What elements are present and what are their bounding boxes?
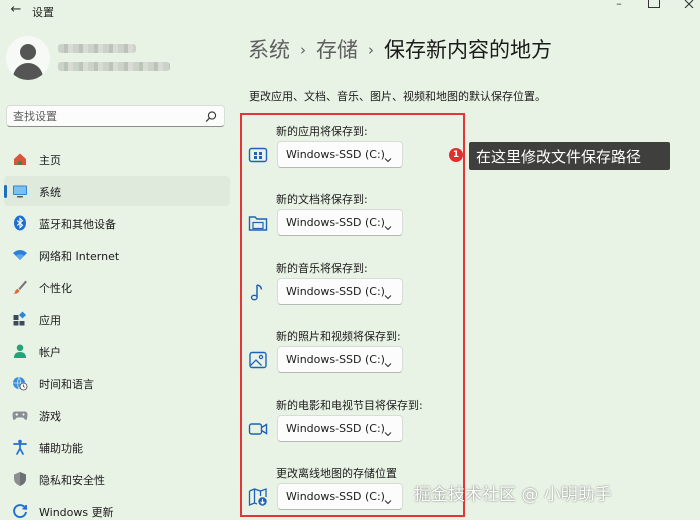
window-title: 设置 bbox=[32, 6, 54, 19]
avatar[interactable] bbox=[6, 36, 50, 80]
home-icon bbox=[12, 151, 28, 167]
sidebar-item-label: 应用 bbox=[39, 314, 61, 327]
globe-clock-icon bbox=[12, 375, 28, 391]
chevron-down-icon bbox=[383, 287, 393, 300]
sidebar-item-label: 游戏 bbox=[39, 410, 61, 423]
video-camera-icon bbox=[248, 419, 268, 439]
blurred-user-email bbox=[58, 62, 170, 71]
breadcrumb-storage[interactable]: 存储 bbox=[316, 38, 358, 62]
page-title: 保存新内容的地方 bbox=[384, 38, 552, 62]
chevron-down-icon bbox=[383, 492, 393, 505]
sidebar-item-privacy[interactable]: 隐私和安全性 bbox=[4, 464, 230, 494]
setting-label-photos: 新的照片和视频将保存到: bbox=[276, 330, 401, 343]
sidebar-item-label: 个性化 bbox=[39, 282, 72, 295]
sidebar-item-label: 辅助功能 bbox=[39, 442, 83, 455]
maximize-button[interactable] bbox=[648, 0, 660, 8]
paintbrush-icon bbox=[12, 279, 28, 295]
document-folder-icon bbox=[248, 213, 268, 233]
chevron-down-icon bbox=[383, 150, 393, 163]
maps-location-dropdown[interactable]: Windows-SSD (C:) bbox=[277, 483, 403, 510]
wifi-icon bbox=[12, 247, 28, 263]
breadcrumb-system[interactable]: 系统 bbox=[248, 38, 290, 62]
close-button[interactable] bbox=[682, 0, 696, 10]
dropdown-value: Windows-SSD (C:) bbox=[286, 422, 385, 435]
dropdown-value: Windows-SSD (C:) bbox=[286, 148, 385, 161]
photos-location-dropdown[interactable]: Windows-SSD (C:) bbox=[277, 346, 403, 373]
setting-label-apps: 新的应用将保存到: bbox=[276, 125, 368, 138]
map-download-icon bbox=[248, 487, 268, 507]
apps-icon bbox=[12, 311, 28, 327]
shield-icon bbox=[12, 471, 28, 487]
setting-label-maps: 更改离线地图的存储位置 bbox=[276, 467, 397, 480]
avatar-body bbox=[13, 63, 43, 80]
breadcrumb-separator: › bbox=[368, 41, 374, 59]
apps-location-dropdown[interactable]: Windows-SSD (C:) bbox=[277, 141, 403, 168]
setting-label-music: 新的音乐将保存到: bbox=[276, 262, 368, 275]
highlight-frame bbox=[240, 113, 465, 517]
sidebar-item-personalization[interactable]: 个性化 bbox=[4, 272, 230, 302]
account-icon bbox=[12, 343, 28, 359]
breadcrumb-separator: › bbox=[300, 41, 306, 59]
sidebar-item-windows-update[interactable]: Windows 更新 bbox=[4, 496, 230, 520]
setting-label-documents: 新的文档将保存到: bbox=[276, 193, 368, 206]
sidebar-item-home[interactable]: 主页 bbox=[4, 144, 230, 174]
sidebar-item-accessibility[interactable]: 辅助功能 bbox=[4, 432, 230, 462]
chevron-down-icon bbox=[383, 218, 393, 231]
sidebar-item-system[interactable]: 系统 bbox=[4, 176, 230, 206]
music-location-dropdown[interactable]: Windows-SSD (C:) bbox=[277, 278, 403, 305]
dropdown-value: Windows-SSD (C:) bbox=[286, 353, 385, 366]
app-store-icon bbox=[248, 145, 268, 165]
search-icon[interactable] bbox=[204, 109, 218, 123]
chevron-down-icon bbox=[383, 355, 393, 368]
system-monitor-icon bbox=[12, 183, 28, 199]
selected-indicator bbox=[4, 185, 7, 198]
title-bar: ← 设置 – bbox=[0, 0, 700, 22]
accessibility-icon bbox=[12, 439, 28, 455]
callout-text: 在这里修改文件保存路径 bbox=[476, 148, 642, 166]
breadcrumb: 系统 › 存储 › 保存新内容的地方 bbox=[248, 34, 552, 64]
sidebar-item-label: 隐私和安全性 bbox=[39, 474, 105, 487]
callout-tooltip: 在这里修改文件保存路径 bbox=[469, 142, 670, 170]
blurred-user-name bbox=[58, 44, 136, 53]
sidebar-item-bluetooth[interactable]: 蓝牙和其他设备 bbox=[4, 208, 230, 238]
setting-label-movies: 新的电影和电视节目将保存到: bbox=[276, 399, 423, 412]
sidebar-item-apps[interactable]: 应用 bbox=[4, 304, 230, 334]
dropdown-value: Windows-SSD (C:) bbox=[286, 285, 385, 298]
page-description: 更改应用、文档、音乐、图片、视频和地图的默认保存位置。 bbox=[249, 90, 546, 103]
search-input[interactable] bbox=[13, 108, 193, 124]
sidebar-item-gaming[interactable]: 游戏 bbox=[4, 400, 230, 430]
minimize-button[interactable]: – bbox=[612, 0, 626, 10]
callout-number-badge: 1 bbox=[449, 148, 463, 162]
sidebar-item-label: 蓝牙和其他设备 bbox=[39, 218, 116, 231]
sidebar-item-network[interactable]: 网络和 Internet bbox=[4, 240, 230, 270]
dropdown-value: Windows-SSD (C:) bbox=[286, 490, 385, 503]
chevron-down-icon bbox=[383, 424, 393, 437]
documents-location-dropdown[interactable]: Windows-SSD (C:) bbox=[277, 209, 403, 236]
bluetooth-icon bbox=[12, 215, 28, 231]
dropdown-value: Windows-SSD (C:) bbox=[286, 216, 385, 229]
sidebar-item-label: 帐户 bbox=[39, 346, 61, 359]
watermark: 掘金技术社区 @ 小明助手 bbox=[414, 485, 612, 505]
sidebar-item-label: 系统 bbox=[39, 186, 61, 199]
sidebar-item-time-language[interactable]: 时间和语言 bbox=[4, 368, 230, 398]
avatar-head bbox=[20, 44, 36, 60]
sidebar-item-label: Windows 更新 bbox=[39, 506, 114, 519]
movies-location-dropdown[interactable]: Windows-SSD (C:) bbox=[277, 415, 403, 442]
search-box[interactable] bbox=[6, 105, 225, 127]
music-note-icon bbox=[248, 282, 268, 302]
picture-icon bbox=[248, 350, 268, 370]
gamepad-icon bbox=[12, 407, 28, 423]
windows-update-icon bbox=[12, 503, 28, 519]
sidebar-item-label: 网络和 Internet bbox=[39, 250, 120, 263]
sidebar-item-label: 时间和语言 bbox=[39, 378, 94, 391]
back-arrow-icon[interactable]: ← bbox=[8, 2, 24, 18]
sidebar-item-accounts[interactable]: 帐户 bbox=[4, 336, 230, 366]
sidebar-item-label: 主页 bbox=[39, 154, 61, 167]
